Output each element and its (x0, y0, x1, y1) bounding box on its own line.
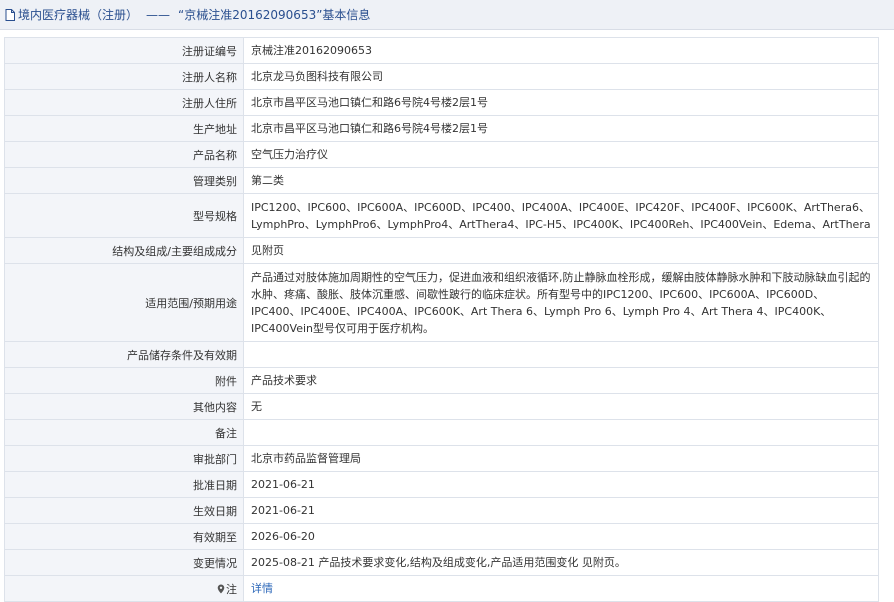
table-row: 其他内容 无 (4, 393, 879, 420)
table-row: 产品名称 空气压力治疗仪 (4, 141, 879, 168)
row-label: 注册证编号 (4, 37, 244, 64)
row-value: 无 (243, 393, 879, 420)
row-value: 产品技术要求 (243, 367, 879, 394)
table-row: 审批部门 北京市药品监督管理局 (4, 445, 879, 472)
table-row: 有效期至 2026-06-20 (4, 523, 879, 550)
table-row: 生效日期 2021-06-21 (4, 497, 879, 524)
row-label: 适用范围/预期用途 (4, 263, 244, 342)
row-value: 京械注准20162090653 (243, 37, 879, 64)
row-value: 产品通过对肢体施加周期性的空气压力，促进血液和组织液循环,防止静脉血栓形成，缓解… (243, 263, 879, 342)
note-label: 注 (226, 582, 237, 596)
table-row: 生产地址 北京市昌平区马池口镇仁和路6号院4号楼2层1号 (4, 115, 879, 142)
document-icon (5, 8, 15, 21)
table-row: 产品储存条件及有效期 (4, 341, 879, 368)
row-value: 见附页 (243, 237, 879, 264)
row-value: IPC1200、IPC600、IPC600A、IPC600D、IPC400、IP… (243, 193, 879, 238)
table-row: 附件 产品技术要求 (4, 367, 879, 394)
row-value: 详情 (243, 575, 879, 602)
row-value: 2021-06-21 (243, 497, 879, 524)
row-label: 变更情况 (4, 549, 244, 576)
breadcrumb-category[interactable]: 境内医疗器械（注册） (18, 6, 138, 23)
row-value: 2025-08-21 产品技术要求变化,结构及组成变化,产品适用范围变化 见附页… (243, 549, 879, 576)
row-label: 注册人名称 (4, 63, 244, 90)
row-value: 北京市昌平区马池口镇仁和路6号院4号楼2层1号 (243, 89, 879, 116)
row-label: 管理类别 (4, 167, 244, 194)
row-label: 产品储存条件及有效期 (4, 341, 244, 368)
table-row: 适用范围/预期用途 产品通过对肢体施加周期性的空气压力，促进血液和组织液循环,防… (4, 263, 879, 342)
breadcrumb-separator: —— (146, 7, 171, 22)
row-value: 第二类 (243, 167, 879, 194)
row-label: 附件 (4, 367, 244, 394)
row-value (243, 419, 879, 446)
table-row: 备注 (4, 419, 879, 446)
page-title: “京械注准20162090653”基本信息 (178, 8, 371, 22)
table-row: 注册证编号 京械注准20162090653 (4, 37, 879, 64)
row-value: 北京市药品监督管理局 (243, 445, 879, 472)
row-value (243, 341, 879, 368)
row-label: 其他内容 (4, 393, 244, 420)
row-label: 备注 (4, 419, 244, 446)
info-table: 注册证编号 京械注准20162090653 注册人名称 北京龙马负图科技有限公司… (4, 37, 879, 602)
row-label: 型号规格 (4, 193, 244, 238)
details-link[interactable]: 详情 (251, 582, 273, 595)
row-label: 结构及组成/主要组成成分 (4, 237, 244, 264)
row-value: 空气压力治疗仪 (243, 141, 879, 168)
table-row: 注 详情 (4, 575, 879, 602)
table-row: 注册人住所 北京市昌平区马池口镇仁和路6号院4号楼2层1号 (4, 89, 879, 116)
row-value: 北京龙马负图科技有限公司 (243, 63, 879, 90)
row-label: 产品名称 (4, 141, 244, 168)
row-label: 生产地址 (4, 115, 244, 142)
table-row: 管理类别 第二类 (4, 167, 879, 194)
table-row: 变更情况 2025-08-21 产品技术要求变化,结构及组成变化,产品适用范围变… (4, 549, 879, 576)
row-label: 生效日期 (4, 497, 244, 524)
row-value: 北京市昌平区马池口镇仁和路6号院4号楼2层1号 (243, 115, 879, 142)
row-label: 审批部门 (4, 445, 244, 472)
row-label-note: 注 (4, 575, 244, 602)
table-row: 结构及组成/主要组成成分 见附页 (4, 237, 879, 264)
table-row: 注册人名称 北京龙马负图科技有限公司 (4, 63, 879, 90)
page-header: 境内医疗器械（注册） —— “京械注准20162090653”基本信息 (0, 0, 894, 30)
table-row: 批准日期 2021-06-21 (4, 471, 879, 498)
row-value: 2021-06-21 (243, 471, 879, 498)
table-row: 型号规格 IPC1200、IPC600、IPC600A、IPC600D、IPC4… (4, 193, 879, 238)
row-label: 注册人住所 (4, 89, 244, 116)
row-value: 2026-06-20 (243, 523, 879, 550)
row-label: 批准日期 (4, 471, 244, 498)
row-label: 有效期至 (4, 523, 244, 550)
map-pin-icon (217, 584, 225, 594)
